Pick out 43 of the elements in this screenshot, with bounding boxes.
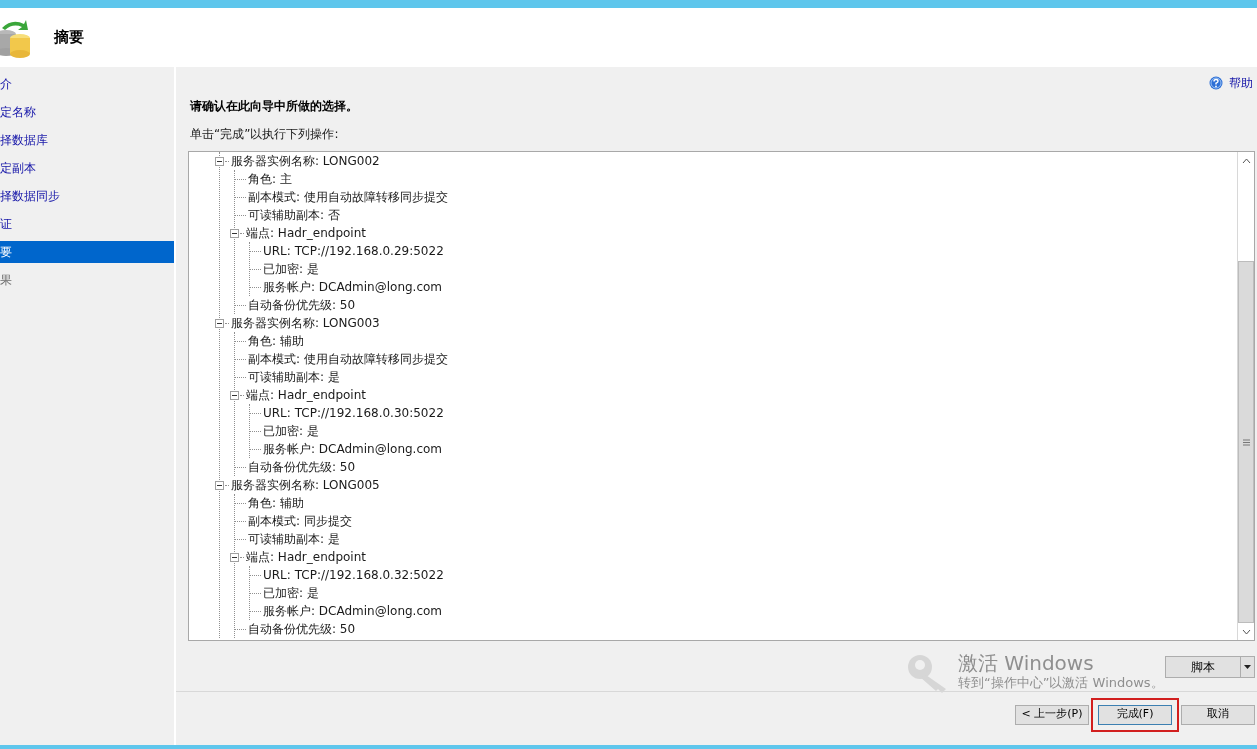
page-title: 摘要 xyxy=(54,27,84,49)
sidebar-item[interactable]: 择数据同步 xyxy=(0,185,174,207)
tree-item[interactable]: 副本模式: 使用自动故障转移同步提交 xyxy=(248,350,448,368)
sidebar-item[interactable]: 择数据库 xyxy=(0,129,174,151)
sidebar-item[interactable]: 定名称 xyxy=(0,101,174,123)
tree-item[interactable]: 副本模式: 使用自动故障转移同步提交 xyxy=(248,188,448,206)
wizard-button[interactable]: 取消 xyxy=(1181,704,1255,725)
tree-item[interactable]: URL: TCP://192.168.0.32:5022 xyxy=(263,566,444,584)
tree-item[interactable]: 角色: 辅助 xyxy=(248,332,304,350)
tree-item[interactable]: 端点: Hadr_endpoint xyxy=(246,224,366,242)
confirm-heading: 请确认在此向导中所做的选择。 xyxy=(190,98,359,115)
instruction-text: 单击“完成”以执行下列操作: xyxy=(190,126,340,143)
tree-item[interactable]: 端点: Hadr_endpoint xyxy=(246,386,366,404)
tree-item[interactable]: 服务器实例名称: LONG002 xyxy=(231,152,380,170)
tree-item[interactable]: URL: TCP://192.168.0.30:5022 xyxy=(263,404,444,422)
activation-message: 转到“操作中心”以激活 Windows。 xyxy=(958,674,1164,692)
tree-item[interactable]: 自动备份优先级: 50 xyxy=(248,458,356,476)
tree-item[interactable]: 可读辅助副本: 是 xyxy=(248,368,340,386)
sidebar-item[interactable]: 证 xyxy=(0,213,174,235)
tree-item[interactable]: 服务帐户: DCAdmin@long.com xyxy=(263,440,443,458)
tree-item[interactable]: 已加密: 是 xyxy=(263,260,319,278)
tree-item[interactable]: 自动备份优先级: 50 xyxy=(248,296,356,314)
tree-item[interactable]: URL: TCP://192.168.0.29:5022 xyxy=(263,242,444,260)
sidebar-item[interactable]: 要 xyxy=(0,241,174,263)
wizard-button[interactable]: < 上一步(P) xyxy=(1015,704,1089,725)
sidebar-item[interactable]: 定副本 xyxy=(0,157,174,179)
tree-item[interactable]: 可读辅助副本: 否 xyxy=(248,206,340,224)
help-link[interactable]: 帮助 xyxy=(1229,74,1253,92)
activation-title: 激活 Windows xyxy=(958,653,1095,673)
tree-item[interactable]: 副本模式: 同步提交 xyxy=(248,512,352,530)
tree-item[interactable]: 端点: Hadr_endpoint xyxy=(246,548,366,566)
tree-item[interactable]: 服务帐户: DCAdmin@long.com xyxy=(263,278,443,296)
tree-item[interactable]: 已加密: 是 xyxy=(263,422,319,440)
tree-item[interactable]: 服务器实例名称: LONG005 xyxy=(231,476,380,494)
tree-item[interactable]: 自动备份优先级: 50 xyxy=(248,620,356,638)
tree-item[interactable]: 可读辅助副本: 是 xyxy=(248,530,340,548)
sidebar-item[interactable]: 介 xyxy=(0,73,174,95)
tree-item[interactable]: 角色: 主 xyxy=(248,170,292,188)
tree-item[interactable]: 已加密: 是 xyxy=(263,584,319,602)
tree-item[interactable]: 角色: 辅助 xyxy=(248,494,304,512)
tree-item[interactable]: 服务帐户: DCAdmin@long.com xyxy=(263,602,443,620)
tree-item[interactable]: 服务器实例名称: LONG003 xyxy=(231,314,380,332)
script-button[interactable]: 脚本 xyxy=(1165,656,1241,678)
